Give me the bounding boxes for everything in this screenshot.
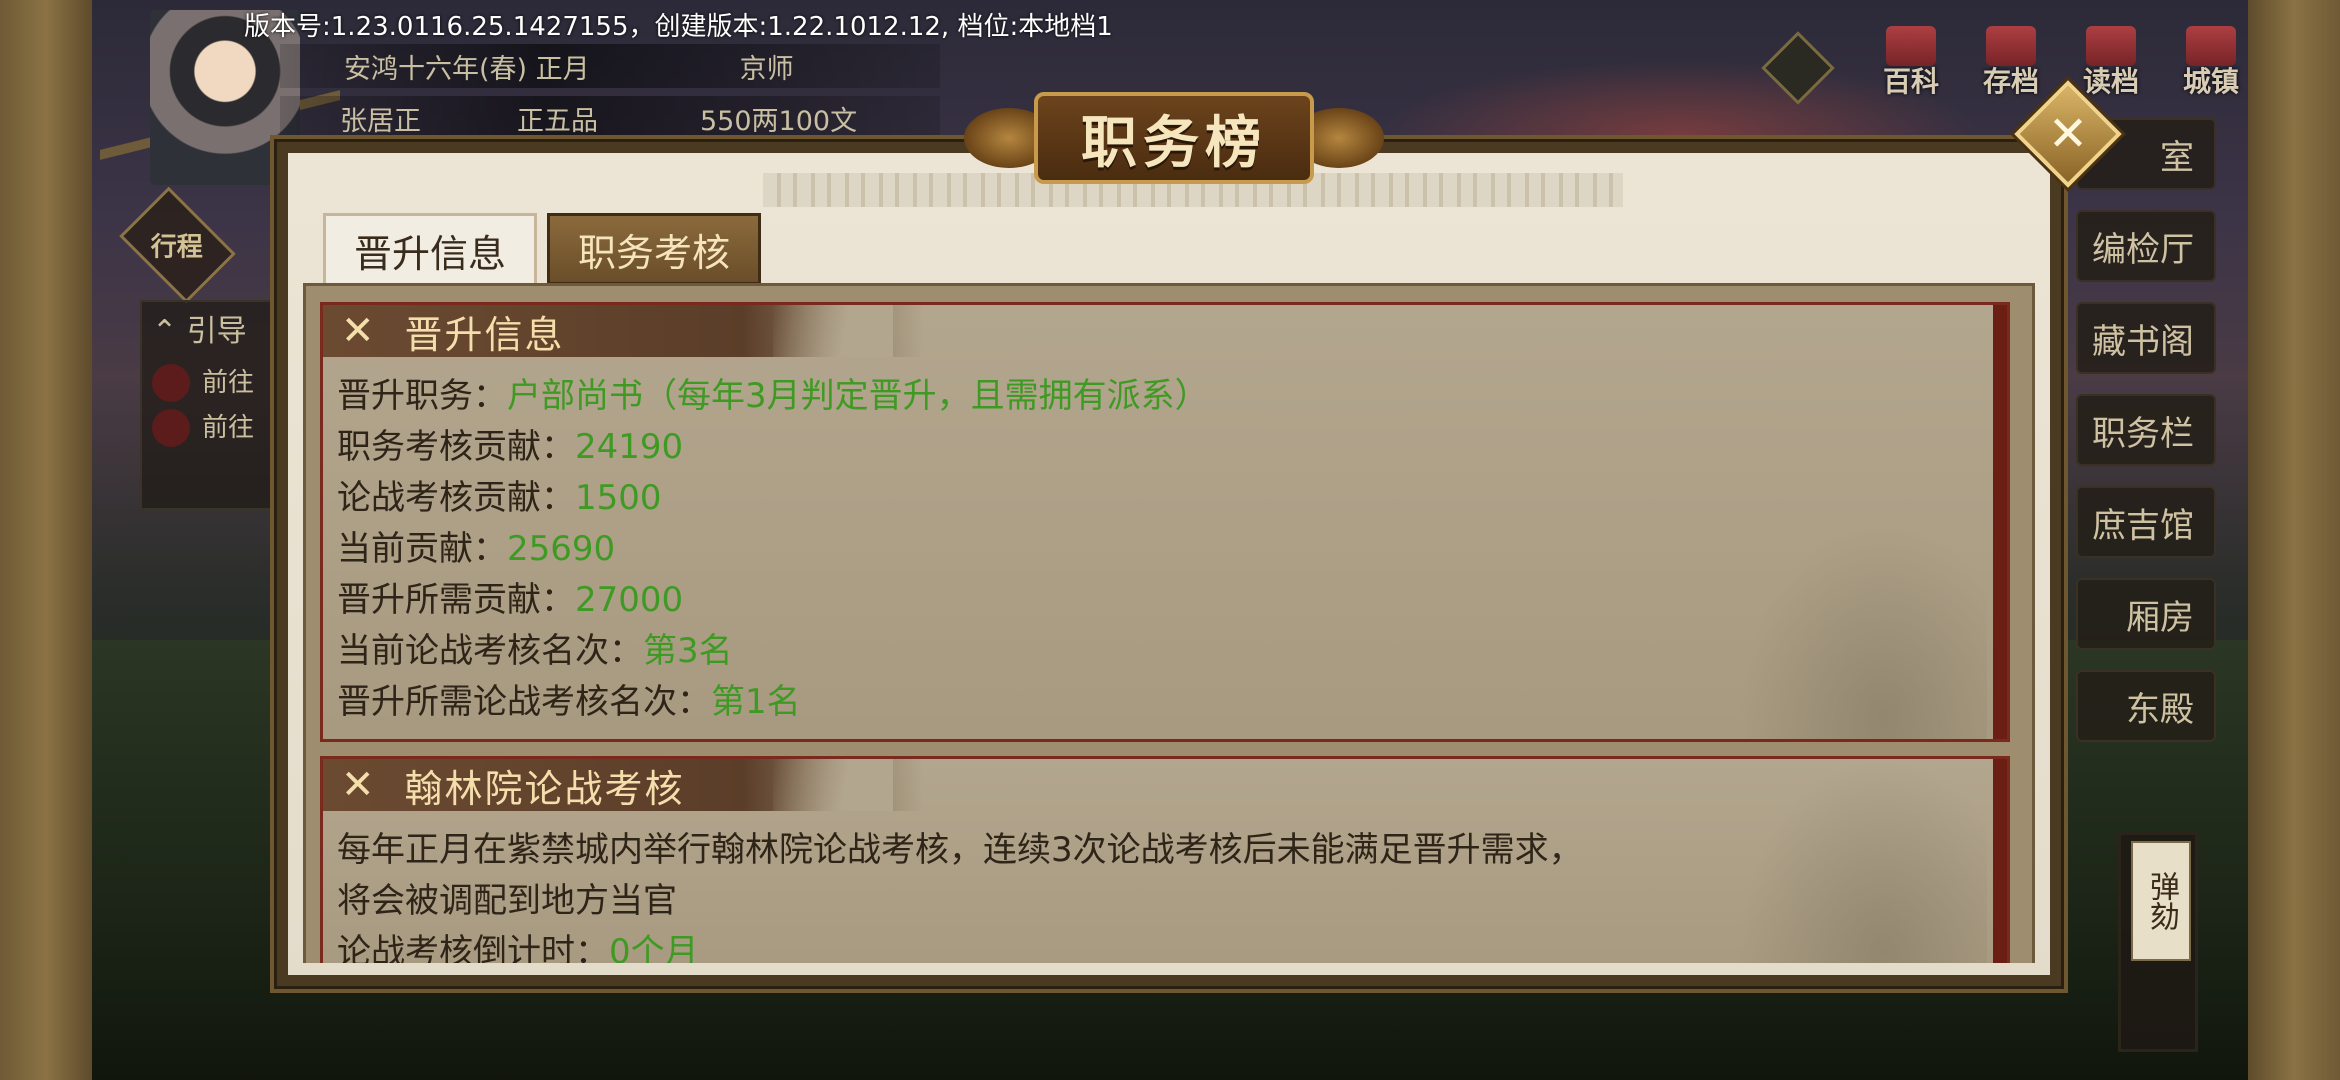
row-label: 晋升所需论战考核名次： [337, 682, 711, 722]
info-row: 晋升所需贡献：27000 [337, 575, 1209, 626]
load-icon [2086, 26, 2136, 66]
town-button[interactable]: 城镇 [2172, 18, 2250, 100]
guide-item[interactable]: 前往 [142, 399, 270, 447]
game-date: 安鸿十六年(春) 正月 [344, 53, 590, 85]
player-name: 张居正 [340, 105, 421, 137]
row-label: 当前论战考核名次： [337, 631, 643, 671]
row-value: 0个月 [609, 932, 699, 963]
travel-button-label: 行程 [151, 232, 204, 263]
row-value: 25690 [507, 529, 616, 569]
impeach-button[interactable]: 弹劾 [2131, 841, 2191, 961]
card-title: 翰林院论战考核 [404, 766, 685, 811]
left-pillar [0, 0, 92, 1080]
card-edge [1993, 759, 2007, 963]
row-label: 职务考核贡献： [337, 427, 575, 467]
mountain-painting [1727, 743, 1987, 963]
impeach-panel: 弹劾 [2118, 832, 2198, 1052]
crossed-swords-icon: ✕ [341, 762, 375, 808]
mountain-painting [1727, 509, 1987, 739]
encyclopedia-label: 百科 [1882, 65, 1939, 98]
info-row: 论战考核贡献：1500 [337, 473, 1209, 524]
side-item-duty[interactable]: 职务栏 [2076, 394, 2216, 466]
status-row: 张居正 正五品 550两100文 [280, 96, 940, 140]
date-row: 安鸿十六年(春) 正月 京师 [280, 44, 940, 88]
guide-panel[interactable]: ⌃ 引导 前往 前往 [140, 300, 272, 510]
side-item-east-hall[interactable]: 东殿 [2076, 670, 2216, 742]
side-item-library[interactable]: 藏书阁 [2076, 302, 2216, 374]
info-row: 职务考核贡献：24190 [337, 422, 1209, 473]
promotion-info-card: ✕ 晋升信息 晋升职务：户部尚书（每年3月判定晋升，且需拥有派系） 职务考核贡献… [320, 302, 2010, 742]
side-item-academy[interactable]: 庶吉馆 [2076, 486, 2216, 558]
hanlin-debate-card: ✕ 翰林院论战考核 每年正月在紫禁城内举行翰林院论战考核，连续3次论战考核后未能… [320, 743, 2010, 963]
book-icon [1886, 26, 1936, 66]
player-money: 550两100文 [700, 105, 858, 137]
info-row: 晋升所需论战考核名次：第1名 [337, 677, 1209, 728]
job-ranking-dialog: 晋升信息 职务考核 ✕ 晋升信息 晋升职务：户部尚书（每年3月判定晋升，且需拥有… [270, 92, 2068, 993]
load-label: 读档 [2082, 65, 2139, 98]
card-title: 晋升信息 [404, 312, 565, 357]
tab-promotion-info[interactable]: 晋升信息 [323, 213, 537, 285]
save-icon [1986, 26, 2036, 66]
dialog-title: 职务榜 [1081, 110, 1267, 176]
content-frame: ✕ 晋升信息 晋升职务：户部尚书（每年3月判定晋升，且需拥有派系） 职务考核贡献… [303, 283, 2035, 963]
player-rank: 正五品 [517, 105, 598, 137]
title-banner: 职务榜 [1034, 92, 1314, 184]
info-row: 晋升职务：户部尚书（每年3月判定晋升，且需拥有派系） [337, 371, 1209, 422]
debate-details: 每年正月在紫禁城内举行翰林院论战考核，连续3次论战考核后未能满足晋升需求， 将会… [337, 825, 1583, 963]
town-label: 城镇 [2182, 65, 2239, 98]
side-menu: 室 编检厅 藏书阁 职务栏 庶吉馆 厢房 东殿 [2076, 118, 2216, 762]
description-line: 将会被调配到地方当官 [337, 881, 677, 921]
guide-title: ⌃ 引导 [152, 314, 247, 349]
countdown-row: 论战考核倒计时：0个月 [337, 927, 1583, 963]
info-row: 当前贡献：25690 [337, 524, 1209, 575]
tab-duty-assessment[interactable]: 职务考核 [547, 213, 761, 285]
row-label: 当前贡献： [337, 529, 507, 569]
town-icon [2186, 26, 2236, 66]
card-header: ✕ 翰林院论战考核 [323, 759, 923, 811]
title-plate: 职务榜 [964, 84, 1384, 194]
card-header: ✕ 晋升信息 [323, 305, 923, 357]
player-info-panel: 安鸿十六年(春) 正月 京师 张居正 正五品 550两100文 [280, 44, 940, 144]
load-button[interactable]: 读档 [2072, 18, 2150, 100]
row-value: 24190 [575, 427, 684, 467]
crossed-swords-icon: ✕ [341, 308, 375, 354]
card-edge [1993, 305, 2007, 739]
row-value: 第3名 [643, 631, 733, 671]
save-button[interactable]: 存档 [1972, 18, 2050, 100]
close-icon: ✕ [2047, 106, 2089, 162]
side-item-editing-hall[interactable]: 编检厅 [2076, 210, 2216, 282]
row-value: 1500 [575, 478, 662, 518]
location: 京师 [739, 53, 794, 85]
row-label: 晋升职务： [337, 376, 507, 416]
encyclopedia-button[interactable]: 百科 [1872, 18, 1950, 100]
row-value: 户部尚书（每年3月判定晋升，且需拥有派系） [507, 376, 1209, 416]
info-row: 当前论战考核名次：第3名 [337, 626, 1209, 677]
tab-bar: 晋升信息 职务考核 [323, 213, 761, 285]
row-value: 第1名 [711, 682, 801, 722]
description-line: 每年正月在紫禁城内举行翰林院论战考核，连续3次论战考核后未能满足晋升需求， [337, 830, 1583, 870]
dialog-paper: 晋升信息 职务考核 ✕ 晋升信息 晋升职务：户部尚书（每年3月判定晋升，且需拥有… [288, 153, 2050, 975]
guide-item[interactable]: 前往 [142, 354, 270, 402]
row-label: 晋升所需贡献： [337, 580, 575, 620]
row-label: 论战考核贡献： [337, 478, 575, 518]
row-label: 论战考核倒计时： [337, 932, 609, 963]
side-item-wing-room[interactable]: 厢房 [2076, 578, 2216, 650]
save-label: 存档 [1982, 65, 2039, 98]
right-pillar [2248, 0, 2340, 1080]
guide-title-text: 引导 [186, 314, 247, 349]
row-value: 27000 [575, 580, 684, 620]
version-info: 版本号:1.23.0116.25.1427155，创建版本:1.22.1012.… [244, 12, 1113, 42]
promotion-details: 晋升职务：户部尚书（每年3月判定晋升，且需拥有派系） 职务考核贡献：24190 … [337, 371, 1209, 728]
